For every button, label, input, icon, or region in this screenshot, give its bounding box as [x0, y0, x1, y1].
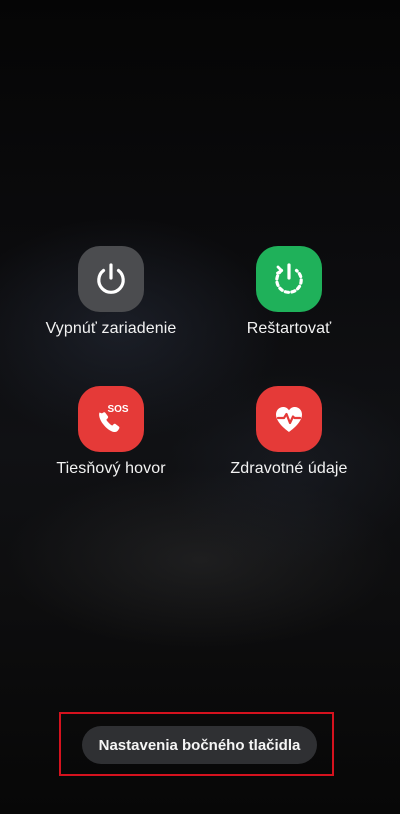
- power-off-button[interactable]: Vypnúť zariadenie: [21, 246, 201, 339]
- restart-label: Reštartovať: [246, 320, 332, 337]
- medical-info-tile[interactable]: [256, 386, 322, 452]
- sos-phone-icon: SOS: [99, 404, 129, 433]
- restart-tile[interactable]: [256, 246, 322, 312]
- power-off-label: Vypnúť zariadenie: [45, 320, 177, 337]
- restart-icon: [275, 263, 303, 294]
- sos-icon-text: SOS: [107, 404, 128, 415]
- emergency-call-tile[interactable]: SOS: [78, 386, 144, 452]
- heart-pulse-icon: [276, 407, 302, 432]
- medical-info-label: Zdravotné údaje: [230, 460, 348, 477]
- side-key-settings-button[interactable]: Nastavenia bočného tlačidla: [82, 726, 317, 764]
- power-off-tile[interactable]: [78, 246, 144, 312]
- medical-info-button[interactable]: Zdravotné údaje: [199, 386, 379, 479]
- emergency-call-label: Tiesňový hovor: [56, 460, 166, 477]
- emergency-call-button[interactable]: SOS Tiesňový hovor: [21, 386, 201, 479]
- side-key-settings-label: Nastavenia bočného tlačidla: [98, 736, 301, 754]
- power-menu-screen: Vypnúť zariadenie Reštartovať SOS Tiesňo…: [0, 0, 400, 814]
- restart-button[interactable]: Reštartovať: [199, 246, 379, 339]
- power-icon: [97, 263, 125, 294]
